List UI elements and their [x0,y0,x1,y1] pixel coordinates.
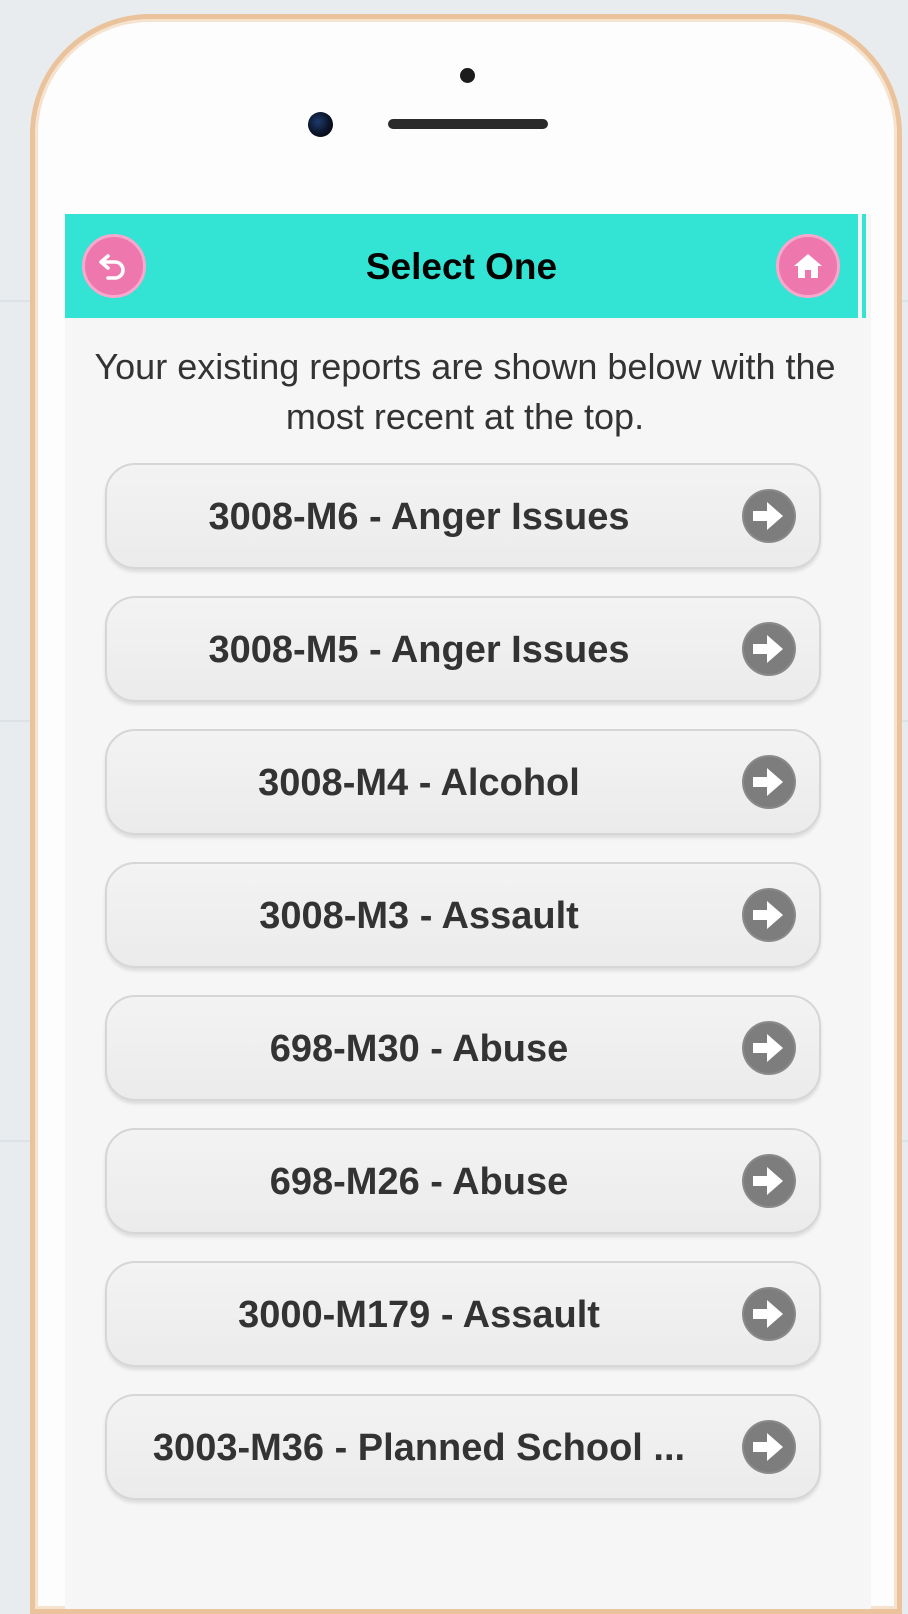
report-label: 3003-M36 - Planned School ... [152,1427,686,1469]
arrow-right-circle-icon [742,622,796,676]
report-item[interactable]: 3000-M179 - Assault [105,1261,821,1367]
report-item[interactable]: 698-M26 - Abuse [105,1128,821,1234]
report-label: 3008-M3 - Assault [259,895,579,937]
arrow-right-circle-icon [742,888,796,942]
report-item[interactable]: 3008-M5 - Anger Issues [105,596,821,702]
report-label: 3000-M179 - Assault [238,1294,600,1336]
arrow-right-circle-icon [742,1287,796,1341]
app-screen: Select One Your existing reports are sho… [65,214,871,1609]
report-item[interactable]: 3008-M3 - Assault [105,862,821,968]
phone-frame: Select One Your existing reports are sho… [30,14,902,1614]
report-label: 3008-M4 - Alcohol [258,762,580,804]
home-button[interactable] [776,234,840,298]
report-label: 698-M26 - Abuse [269,1161,569,1203]
report-item[interactable]: 3008-M4 - Alcohol [105,729,821,835]
earpiece-speaker [388,119,548,129]
front-camera [308,112,333,137]
arrow-right-circle-icon [742,1420,796,1474]
home-icon [794,254,822,278]
report-item[interactable]: 698-M30 - Abuse [105,995,821,1101]
report-item[interactable]: 3008-M6 - Anger Issues [105,463,821,569]
report-label: 3008-M6 - Anger Issues [208,496,630,538]
undo-arrow-icon [99,254,125,280]
page-title: Select One [365,246,558,287]
header-edge [862,214,866,318]
arrow-right-circle-icon [742,489,796,543]
arrow-right-circle-icon [742,755,796,809]
arrow-right-circle-icon [742,1021,796,1075]
proximity-sensor [460,68,475,83]
report-list: 3008-M6 - Anger Issues 3008-M5 - Anger I… [105,463,821,1527]
arrow-right-circle-icon [742,1154,796,1208]
header-bar: Select One [65,214,858,318]
intro-text: Your existing reports are shown below wi… [94,346,836,437]
report-label: 698-M30 - Abuse [269,1028,569,1070]
report-label: 3008-M5 - Anger Issues [208,629,630,671]
report-item[interactable]: 3003-M36 - Planned School ... [105,1394,821,1500]
back-button[interactable] [82,234,146,298]
